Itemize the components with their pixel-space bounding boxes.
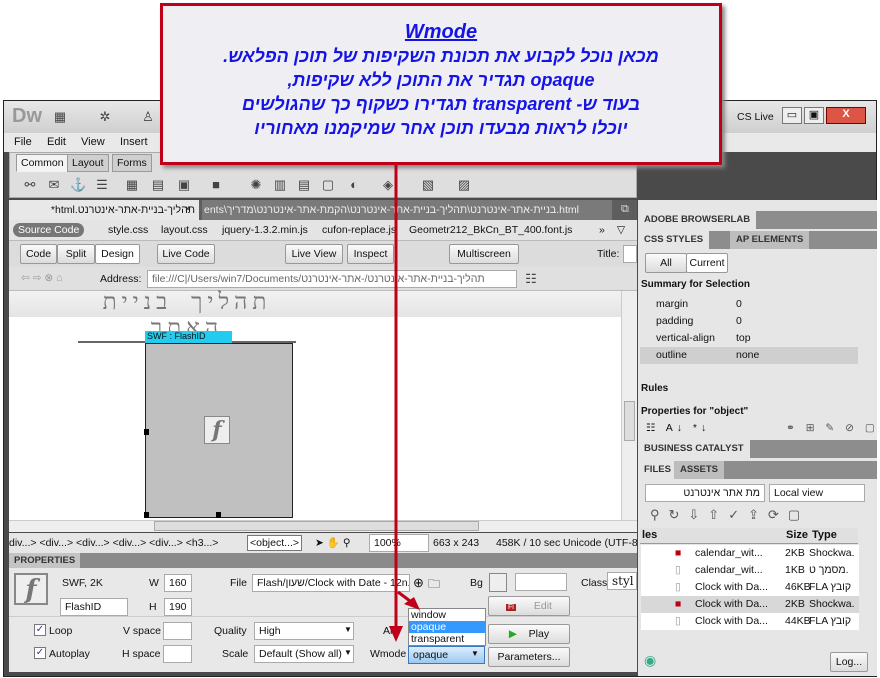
arrow-head <box>389 626 403 642</box>
arrow-line <box>397 590 411 603</box>
annotation-arrows <box>389 165 420 642</box>
